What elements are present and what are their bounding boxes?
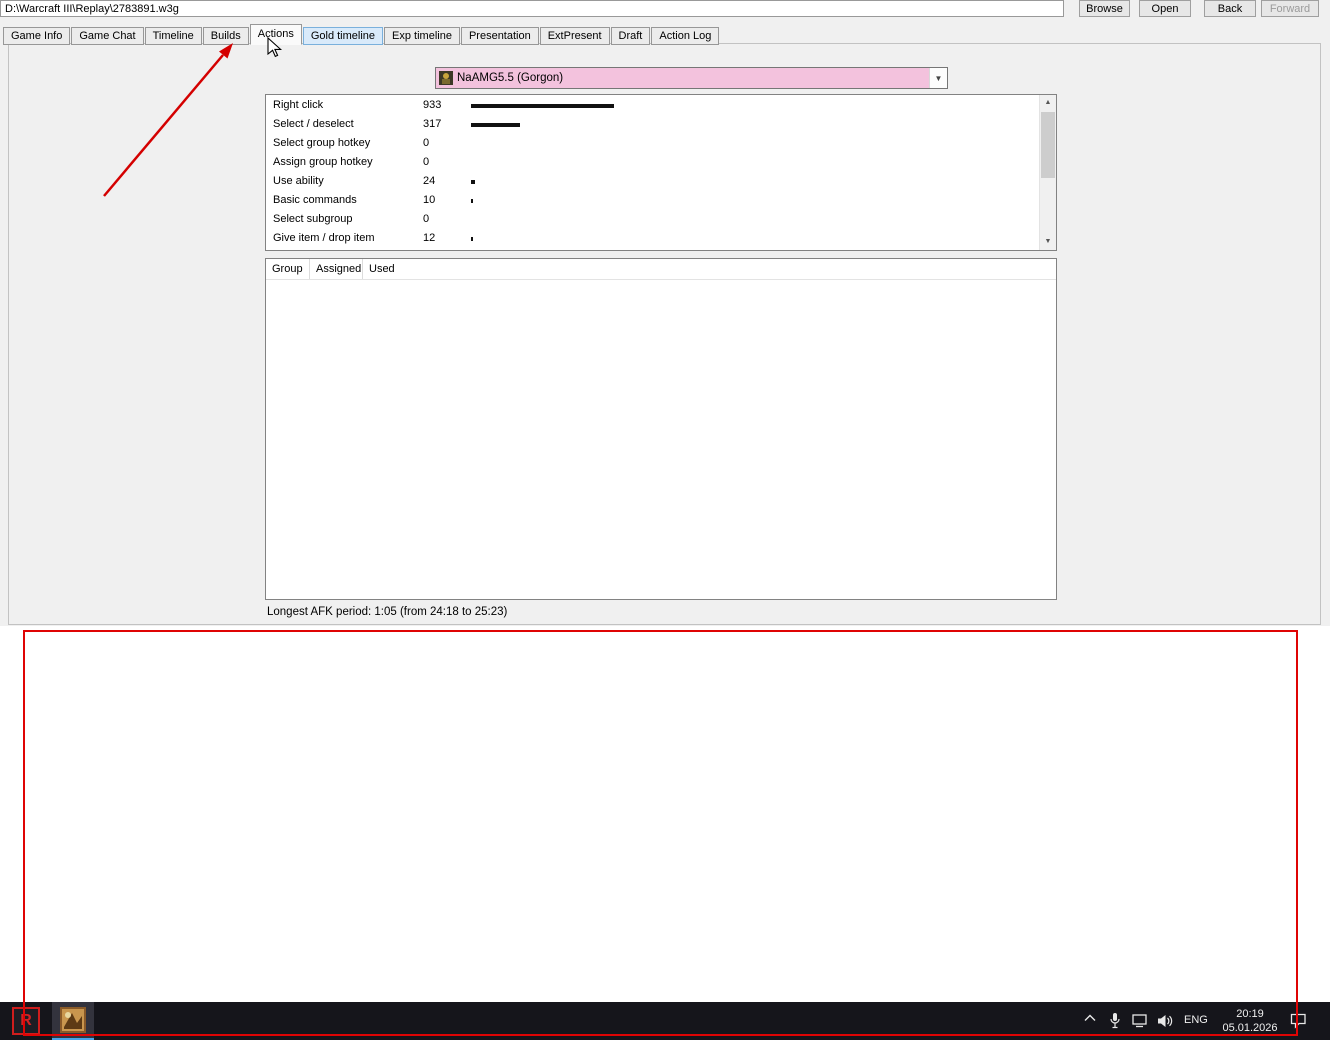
stat-label: Select / deselect	[273, 118, 354, 130]
clock-date: 05.01.2026	[1222, 1022, 1278, 1034]
tab-game-chat[interactable]: Game Chat	[71, 27, 144, 45]
speaker-icon[interactable]	[1157, 1014, 1174, 1028]
stat-label: Use ability	[273, 175, 324, 187]
back-button[interactable]: Back	[1204, 0, 1256, 17]
mic-icon[interactable]	[1108, 1012, 1122, 1029]
stat-value: 0	[423, 137, 430, 149]
forward-button[interactable]: Forward	[1261, 0, 1319, 17]
taskbar: R ENG 20:19 05.01.2026	[0, 1002, 1330, 1040]
group-table: Group Assigned Used	[265, 258, 1057, 600]
tab-gold-timeline[interactable]: Gold timeline	[302, 27, 384, 45]
replay-path-input[interactable]	[0, 0, 1064, 17]
action-stat-row[interactable]: Assign group hotkey 0	[266, 153, 1039, 172]
tab-game-info[interactable]: Game Info	[3, 27, 71, 45]
language-indicator[interactable]: ENG	[1184, 1014, 1208, 1026]
open-button[interactable]: Open	[1139, 0, 1191, 17]
browse-button[interactable]: Browse	[1079, 0, 1130, 17]
dropdown-arrow-icon[interactable]: ▼	[929, 68, 947, 88]
tab-builds[interactable]: Builds	[202, 27, 249, 45]
clock[interactable]: 20:19 05.01.2026	[1212, 1007, 1288, 1035]
stat-bar	[471, 123, 520, 127]
scrollbar[interactable]: ▲ ▼	[1039, 95, 1056, 250]
app-window: Browse Open Back Forward Game InfoGame C…	[0, 0, 1330, 1040]
action-stat-row[interactable]: Use ability 24	[266, 172, 1039, 191]
action-stats-list: Right click 933 Select / deselect 317 Select…	[265, 94, 1057, 251]
tab-action-log[interactable]: Action Log	[651, 27, 720, 45]
tab-strip: Game Info Game Chat Timeline Builds Actions G…	[3, 24, 720, 45]
action-stat-row[interactable]: Basic commands 10	[266, 191, 1039, 210]
player-combobox[interactable]: NaAMG5.5 (Gorgon) ▼	[435, 67, 948, 89]
stat-label: Assign group hotkey	[273, 156, 373, 168]
taskbar-replay-icon[interactable]: R	[12, 1007, 40, 1035]
network-icon[interactable]	[1132, 1014, 1148, 1028]
action-stat-row[interactable]: Select subgroup 0	[266, 210, 1039, 229]
stat-label: Select subgroup	[273, 213, 353, 225]
player-combobox-value: NaAMG5.5 (Gorgon)	[457, 72, 564, 84]
tab-exp-timeline[interactable]: Exp timeline	[384, 27, 460, 45]
column-header-group[interactable]: Group	[266, 259, 310, 279]
wc3-thumbnail	[60, 1007, 86, 1033]
action-stat-row[interactable]: Select / deselect 317	[266, 115, 1039, 134]
tab-timeline[interactable]: Timeline	[144, 27, 202, 45]
stat-label: Right click	[273, 99, 324, 111]
tab-presentation[interactable]: Presentation	[460, 27, 539, 45]
scroll-up-icon[interactable]: ▲	[1040, 95, 1056, 111]
tab-draft[interactable]: Draft	[610, 27, 651, 45]
afk-status: Longest AFK period: 1:05 (from 24:18 to …	[267, 606, 508, 618]
stat-value: 12	[423, 232, 436, 244]
scroll-thumb[interactable]	[1041, 112, 1055, 178]
taskbar-wc3-icon[interactable]	[52, 1002, 94, 1040]
column-header-used[interactable]: Used	[363, 259, 1056, 279]
stat-value: 0	[423, 213, 430, 225]
clock-time: 20:19	[1236, 1008, 1264, 1020]
stat-bar	[471, 104, 614, 108]
group-table-header: Group Assigned Used	[266, 259, 1056, 280]
stat-bar	[471, 199, 473, 203]
stat-label: Basic commands	[273, 194, 357, 206]
action-stat-row[interactable]: Right click 933	[266, 96, 1039, 115]
scroll-down-icon[interactable]: ▼	[1040, 234, 1056, 250]
stat-value: 24	[423, 175, 436, 187]
stat-bar	[471, 180, 475, 184]
stat-label: Give item / drop item	[273, 232, 375, 244]
tray-expand-icon[interactable]	[1084, 1014, 1096, 1022]
column-header-assigned[interactable]: Assigned	[310, 259, 363, 279]
player-icon	[439, 71, 453, 85]
stat-value: 0	[423, 156, 430, 168]
stat-bar	[471, 237, 473, 241]
stat-value: 317	[423, 118, 442, 130]
stat-label: Select group hotkey	[273, 137, 371, 149]
action-stat-row[interactable]: Give item / drop item 12	[266, 229, 1039, 248]
stat-value: 933	[423, 99, 442, 111]
tab-extpresent[interactable]: ExtPresent	[539, 27, 610, 45]
tab-actions[interactable]: Actions	[249, 24, 302, 45]
stat-value: 10	[423, 194, 436, 206]
chart-section: 020406080100120140160180200220240260280-…	[0, 626, 1330, 1002]
action-stat-row[interactable]: Select group hotkey 0	[266, 134, 1039, 153]
notification-icon[interactable]	[1290, 1013, 1308, 1029]
